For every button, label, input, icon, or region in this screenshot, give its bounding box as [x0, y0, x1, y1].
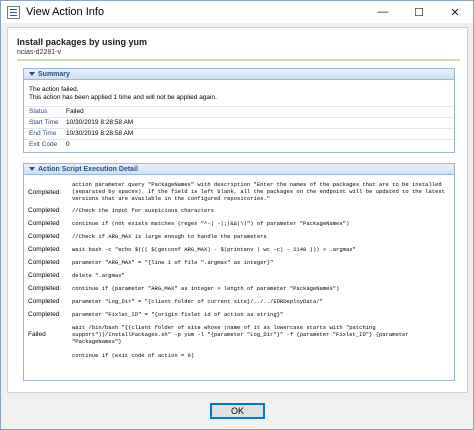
- maximize-icon[interactable]: ☐: [401, 1, 437, 23]
- summary-field-status: Status Failed: [24, 106, 454, 116]
- line-code: parameter "ARG_MAX" = "{line 1 of file "…: [72, 259, 274, 266]
- line-code: delete ".argmax": [72, 272, 125, 279]
- line-status: Completed: [28, 298, 60, 305]
- field-value: Failed: [66, 108, 84, 115]
- window-title: View Action Info: [26, 6, 105, 18]
- line-code: //Check the input for suspicious charact…: [72, 207, 214, 214]
- execution-detail-header[interactable]: Action Script Execution Detail: [24, 164, 454, 175]
- line-status: Completed: [28, 233, 60, 240]
- line-status: Completed: [28, 272, 60, 279]
- collapse-triangle-icon[interactable]: [29, 167, 35, 171]
- action-subtitle: ncias-d2281-v: [17, 49, 61, 56]
- execution-detail-label: Action Script Execution Detail: [38, 165, 138, 173]
- field-label: Status: [29, 108, 48, 115]
- field-value: 0: [66, 141, 70, 148]
- dialog-footer: OK: [1, 395, 473, 430]
- summary-label: Summary: [38, 70, 70, 78]
- window-controls: — ☐ ✕: [365, 1, 473, 23]
- line-code: continue if (not exists matches (regex "…: [72, 220, 350, 227]
- action-title: Install packages by using yum: [17, 37, 148, 47]
- line-code: action parameter query "PackageNames" wi…: [72, 181, 449, 202]
- summary-message-line2: This action has been applied 1 time and …: [29, 94, 217, 101]
- close-icon[interactable]: ✕: [437, 1, 473, 23]
- execution-detail-section: Action Script Execution Detail Completed…: [23, 163, 455, 381]
- field-label: End Time: [29, 130, 57, 137]
- line-status: Completed: [28, 311, 60, 318]
- field-label: Start Time: [29, 119, 59, 126]
- line-status: Failed: [28, 331, 46, 338]
- summary-field-end-time: End Time 10/30/2019 8:28:58 AM: [24, 128, 454, 138]
- line-code: wait /bin/bash "{(client folder of site …: [72, 324, 412, 345]
- summary-field-exit-code: Exit Code 0: [24, 139, 454, 149]
- line-status: Completed: [28, 259, 60, 266]
- field-value: 10/30/2019 8:28:58 AM: [66, 130, 134, 137]
- title-bar[interactable]: View Action Info — ☐ ✕: [1, 1, 473, 23]
- summary-header[interactable]: Summary: [24, 69, 454, 80]
- line-code: continue if (parameter "ARG_MAX" as inte…: [72, 285, 340, 292]
- summary-section: Summary The action failed. This action h…: [23, 68, 455, 153]
- line-status: Completed: [28, 189, 60, 196]
- line-code: wait bash -c "echo $((( $(getconf ARG_MA…: [72, 246, 356, 253]
- ok-button[interactable]: OK: [210, 403, 265, 419]
- collapse-triangle-icon[interactable]: [29, 72, 35, 76]
- line-code: parameter "Fixlet_ID" = "{origin fixlet …: [72, 311, 284, 318]
- line-status: Completed: [28, 285, 60, 292]
- line-code: continue if (exit code of action = 0): [72, 352, 195, 359]
- line-status: Completed: [28, 220, 60, 227]
- summary-field-start-time: Start Time 10/30/2019 8:28:58 AM: [24, 117, 454, 127]
- field-value: 10/30/2019 8:28:58 AM: [66, 119, 134, 126]
- line-status: Completed: [28, 207, 60, 214]
- line-code: //Check if ARG_MAX is large enough to ha…: [72, 233, 267, 240]
- line-status: Completed: [28, 246, 60, 253]
- line-code: parameter "Log_Dir" = "{client folder of…: [72, 298, 323, 305]
- field-label: Exit Code: [29, 141, 58, 148]
- app-icon: [7, 5, 20, 19]
- summary-message-line1: The action failed.: [29, 86, 79, 93]
- header-divider: [17, 59, 460, 61]
- minimize-icon[interactable]: —: [365, 1, 401, 23]
- content-panel[interactable]: Install packages by using yum ncias-d228…: [7, 27, 468, 393]
- view-action-info-window: View Action Info — ☐ ✕ Install packages …: [0, 0, 474, 430]
